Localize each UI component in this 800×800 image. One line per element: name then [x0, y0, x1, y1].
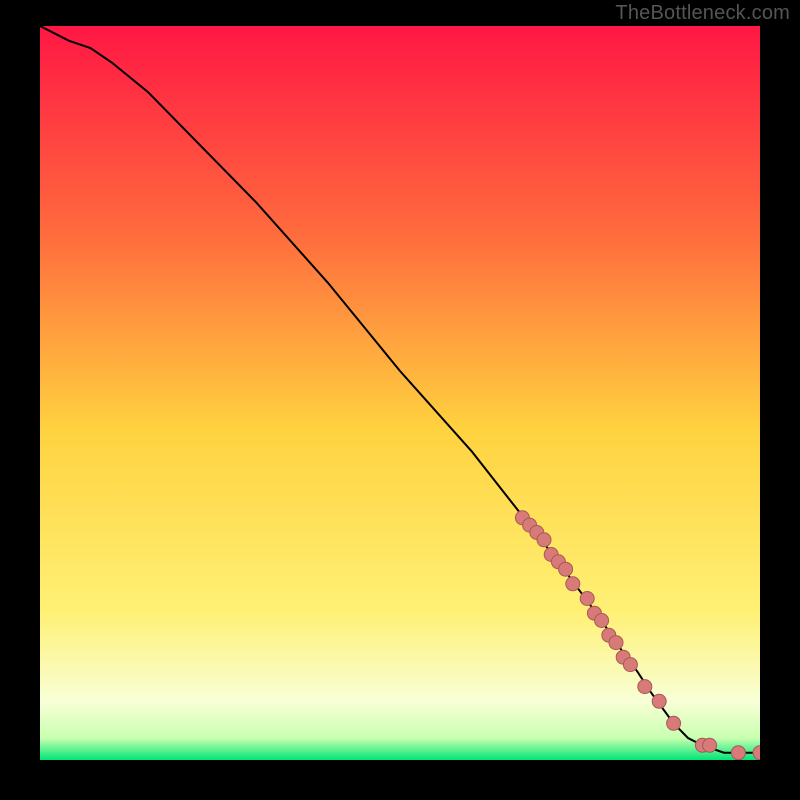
data-point: [559, 562, 573, 576]
data-point: [703, 738, 717, 752]
plot-area: [40, 26, 760, 760]
data-point: [667, 716, 681, 730]
data-point: [595, 614, 609, 628]
data-point: [638, 680, 652, 694]
data-point: [731, 746, 745, 760]
data-point: [580, 592, 594, 606]
chart-frame: TheBottleneck.com: [0, 0, 800, 800]
data-point: [609, 636, 623, 650]
data-point: [537, 533, 551, 547]
data-point: [566, 577, 580, 591]
data-point: [623, 658, 637, 672]
gradient-background: [40, 26, 760, 760]
watermark-text: TheBottleneck.com: [615, 2, 790, 25]
plot-svg: [40, 26, 760, 760]
data-point: [652, 694, 666, 708]
